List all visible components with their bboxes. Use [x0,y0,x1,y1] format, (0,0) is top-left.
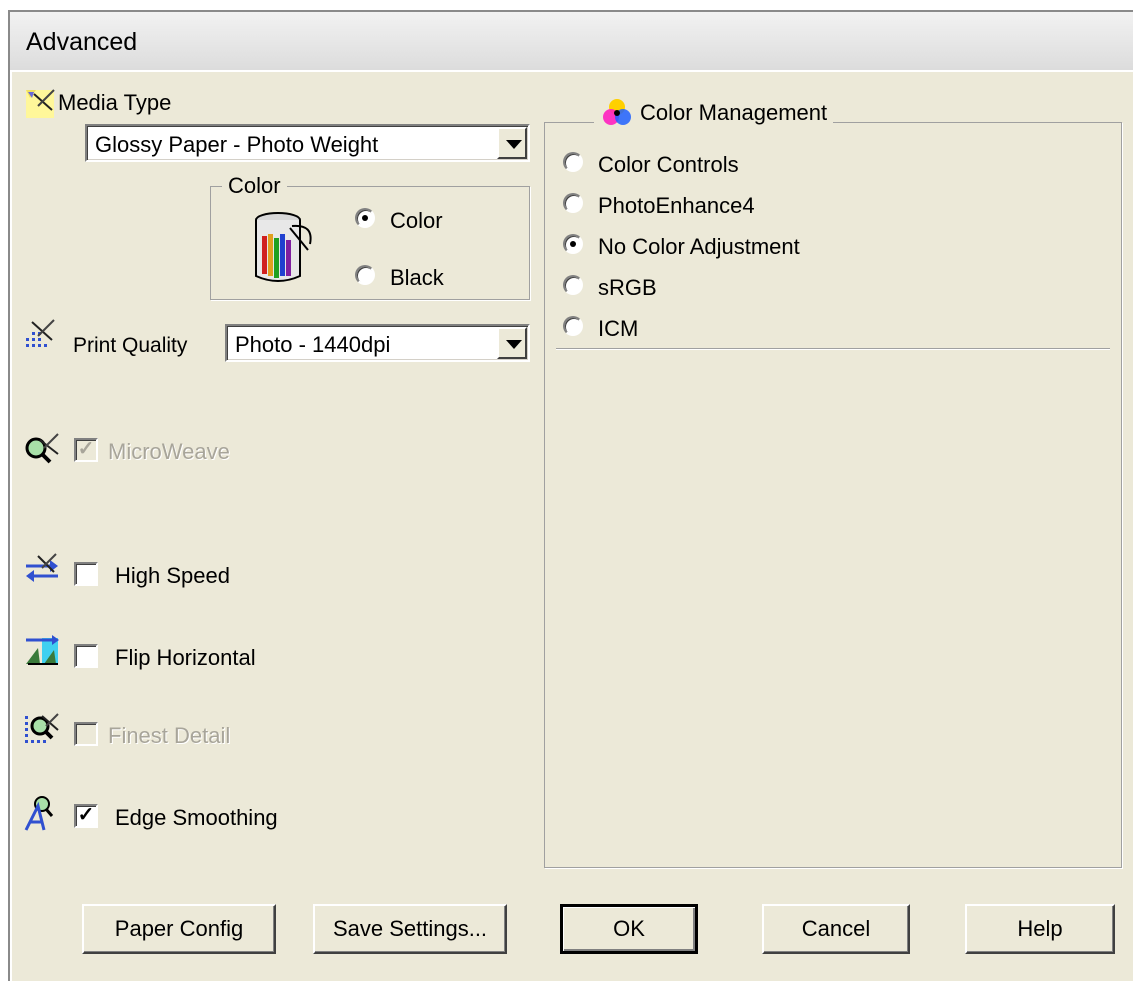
black-radio[interactable] [355,265,375,285]
icm-label[interactable]: ICM [598,316,638,342]
color-management-title: Color Management [640,100,828,125]
ok-button[interactable]: OK [560,904,698,954]
color-management-title-wrap: Color Management [594,96,834,132]
help-button[interactable]: Help [965,904,1115,954]
color-radio-label[interactable]: Color [390,208,443,234]
title-bar: Advanced [10,12,1133,71]
media-type-label: Media Type [58,90,172,115]
dialog-body: Media Type Glossy Paper - Photo Weight C… [10,70,1133,981]
print-quality-icon [26,319,55,347]
no-color-adjustment-radio[interactable] [563,234,583,254]
paper-config-button[interactable]: Paper Config [82,904,276,954]
flip-horizontal-label: Flip Horizontal [115,645,256,670]
finest-detail-checkbox[interactable] [74,722,98,746]
chevron-down-icon[interactable] [497,127,527,159]
flip-horizontal-icon [26,635,59,665]
print-quality-value: Photo - 1440dpi [235,332,391,357]
media-type-dropdown[interactable]: Glossy Paper - Photo Weight [85,124,530,162]
color-management-divider [556,348,1110,350]
flip-horizontal-checkbox[interactable] [74,644,98,668]
ink-can-icon [255,212,312,282]
black-radio-label[interactable]: Black [390,265,444,291]
print-quality-label: Print Quality [73,334,188,357]
color-management-icon [603,99,631,125]
no-color-adjustment-label[interactable]: No Color Adjustment [598,234,800,260]
print-quality-dropdown[interactable]: Photo - 1440dpi [225,324,530,362]
high-speed-label: High Speed [115,563,230,588]
dialog-title: Advanced [26,28,138,56]
finest-detail-icon [25,713,59,743]
edge-smoothing-icon [24,796,54,831]
color-controls-radio[interactable] [563,152,583,172]
media-type-icon [26,89,55,118]
microweave-icon [25,433,59,464]
media-type-value: Glossy Paper - Photo Weight [95,132,379,157]
advanced-dialog: Advanced Media Type Glossy Paper - Photo… [8,10,1133,981]
finest-detail-label: Finest Detail [108,723,231,748]
microweave-label: MicroWeave [108,439,230,464]
color-controls-label[interactable]: Color Controls [598,152,739,178]
photoenhance4-radio[interactable] [563,193,583,213]
cancel-button[interactable]: Cancel [762,904,910,954]
icm-radio[interactable] [563,316,583,336]
color-group-title: Color [222,173,287,199]
edge-smoothing-label: Edge Smoothing [115,805,278,830]
srgb-radio[interactable] [563,275,583,295]
high-speed-checkbox[interactable] [74,562,98,586]
microweave-checkbox[interactable]: ✓ [74,438,98,462]
edge-smoothing-checkbox[interactable]: ✓ [74,804,98,828]
chevron-down-icon[interactable] [497,327,527,359]
photoenhance4-label[interactable]: PhotoEnhance4 [598,193,755,219]
save-settings-button[interactable]: Save Settings... [313,904,507,954]
srgb-label[interactable]: sRGB [598,275,657,301]
color-radio[interactable] [355,208,375,228]
high-speed-icon [26,553,58,582]
